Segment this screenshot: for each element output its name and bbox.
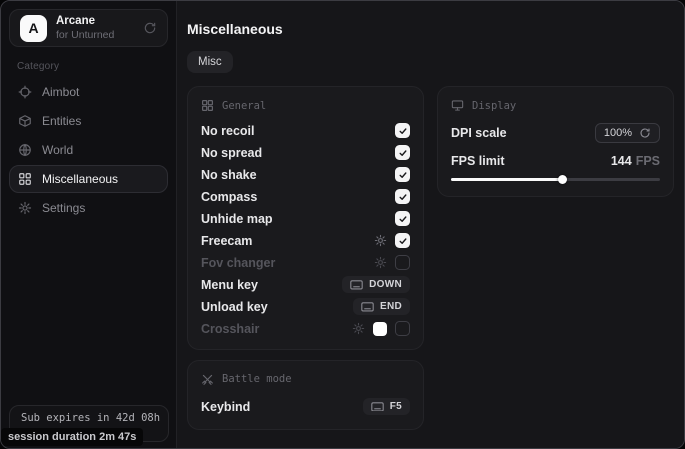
sidebar-item-miscellaneous[interactable]: Miscellaneous bbox=[9, 165, 168, 193]
setting-row-crosshair: Crosshair bbox=[201, 321, 410, 337]
fps-slider-thumb[interactable] bbox=[558, 175, 567, 184]
setting-row-fov-changer: Fov changer bbox=[201, 255, 410, 271]
battle-keybind-binding[interactable]: F5 bbox=[363, 398, 410, 415]
crosshair-color-swatch[interactable] bbox=[373, 322, 387, 336]
fps-limit-value: 144 FPS bbox=[611, 154, 660, 168]
app-identity: Arcane for Unturned bbox=[56, 14, 114, 42]
sidebar-item-label: Entities bbox=[42, 114, 81, 128]
layout-grid-icon bbox=[201, 99, 214, 112]
setting-row-freecam: Freecam bbox=[201, 233, 410, 249]
sidebar-item-entities[interactable]: Entities bbox=[9, 107, 168, 135]
avatar: A bbox=[20, 15, 47, 42]
freecam-checkbox[interactable] bbox=[395, 233, 410, 248]
dpi-refresh-icon[interactable] bbox=[639, 127, 651, 139]
general-card: General No recoil No spread bbox=[187, 86, 424, 350]
keyboard-icon bbox=[350, 280, 363, 290]
menu-key-binding[interactable]: DOWN bbox=[342, 276, 410, 293]
sidebar-nav: Aimbot Entities World bbox=[1, 78, 176, 222]
globe-icon bbox=[18, 143, 32, 157]
display-card-title: Display bbox=[472, 100, 516, 112]
unload-key-binding[interactable]: END bbox=[353, 298, 410, 315]
dpi-scale-row: DPI scale 100% bbox=[451, 123, 660, 143]
sidebar-header: A Arcane for Unturned bbox=[9, 9, 168, 47]
general-card-header: General bbox=[201, 99, 410, 112]
crosshair-settings-gear-icon[interactable] bbox=[352, 322, 365, 335]
sidebar-item-label: Aimbot bbox=[42, 85, 79, 99]
cube-icon bbox=[18, 114, 32, 128]
sidebar-item-settings[interactable]: Settings bbox=[9, 194, 168, 222]
monitor-icon bbox=[451, 99, 464, 112]
setting-row-no-shake: No shake bbox=[201, 167, 410, 183]
fps-limit-slider[interactable] bbox=[451, 174, 660, 184]
sidebar-item-label: Settings bbox=[42, 201, 85, 215]
setting-row-unload-key: Unload key END bbox=[201, 299, 410, 315]
dpi-scale-control[interactable]: 100% bbox=[595, 123, 660, 143]
tab-misc[interactable]: Misc bbox=[187, 51, 233, 73]
setting-row-unhide-map: Unhide map bbox=[201, 211, 410, 227]
sidebar-item-aimbot[interactable]: Aimbot bbox=[9, 78, 168, 106]
display-card: Display DPI scale 100% bbox=[437, 86, 674, 197]
keyboard-icon bbox=[361, 302, 374, 312]
grid-icon bbox=[18, 172, 32, 186]
app-subtitle: for Unturned bbox=[56, 29, 114, 42]
arcane-window: A Arcane for Unturned Category Aimbot bbox=[0, 0, 685, 449]
setting-row-menu-key: Menu key DOWN bbox=[201, 277, 410, 293]
unhide-map-checkbox[interactable] bbox=[395, 211, 410, 226]
main-content: Miscellaneous Misc General bbox=[178, 1, 684, 448]
refresh-icon[interactable] bbox=[143, 21, 157, 35]
sidebar: A Arcane for Unturned Category Aimbot bbox=[1, 1, 177, 448]
app-name: Arcane bbox=[56, 14, 114, 28]
sidebar-item-label: World bbox=[42, 143, 73, 157]
compass-checkbox[interactable] bbox=[395, 189, 410, 204]
battle-card-title: Battle mode bbox=[222, 373, 292, 385]
sidebar-item-world[interactable]: World bbox=[9, 136, 168, 164]
dpi-scale-value: 100% bbox=[604, 127, 632, 139]
setting-row-keybind: Keybind F5 bbox=[201, 397, 410, 417]
setting-row-no-recoil: No recoil bbox=[201, 123, 410, 139]
swords-icon bbox=[201, 373, 214, 386]
fov-changer-checkbox[interactable] bbox=[395, 255, 410, 270]
setting-row-no-spread: No spread bbox=[201, 145, 410, 161]
subscription-status: Sub expires in 42d 08h bbox=[21, 412, 157, 424]
battle-card-header: Battle mode bbox=[201, 373, 410, 386]
page-title: Miscellaneous bbox=[187, 21, 669, 37]
setting-row-compass: Compass bbox=[201, 189, 410, 205]
freecam-settings-gear-icon[interactable] bbox=[374, 234, 387, 247]
fov-changer-settings-gear-icon[interactable] bbox=[374, 256, 387, 269]
display-card-header: Display bbox=[451, 99, 660, 112]
fps-slider-fill bbox=[451, 178, 562, 181]
category-label: Category bbox=[17, 61, 176, 72]
general-card-title: General bbox=[222, 100, 266, 112]
no-spread-checkbox[interactable] bbox=[395, 145, 410, 160]
session-duration-tooltip: session duration 2m 47s bbox=[1, 428, 143, 446]
battle-mode-card: Battle mode Keybind F5 bbox=[187, 360, 424, 430]
crosshair-checkbox[interactable] bbox=[395, 321, 410, 336]
fps-limit-row: FPS limit 144 FPS bbox=[451, 154, 660, 168]
no-shake-checkbox[interactable] bbox=[395, 167, 410, 182]
gear-icon bbox=[18, 201, 32, 215]
crosshair-icon bbox=[18, 85, 32, 99]
no-recoil-checkbox[interactable] bbox=[395, 123, 410, 138]
keyboard-icon bbox=[371, 402, 384, 412]
sidebar-item-label: Miscellaneous bbox=[42, 172, 118, 186]
